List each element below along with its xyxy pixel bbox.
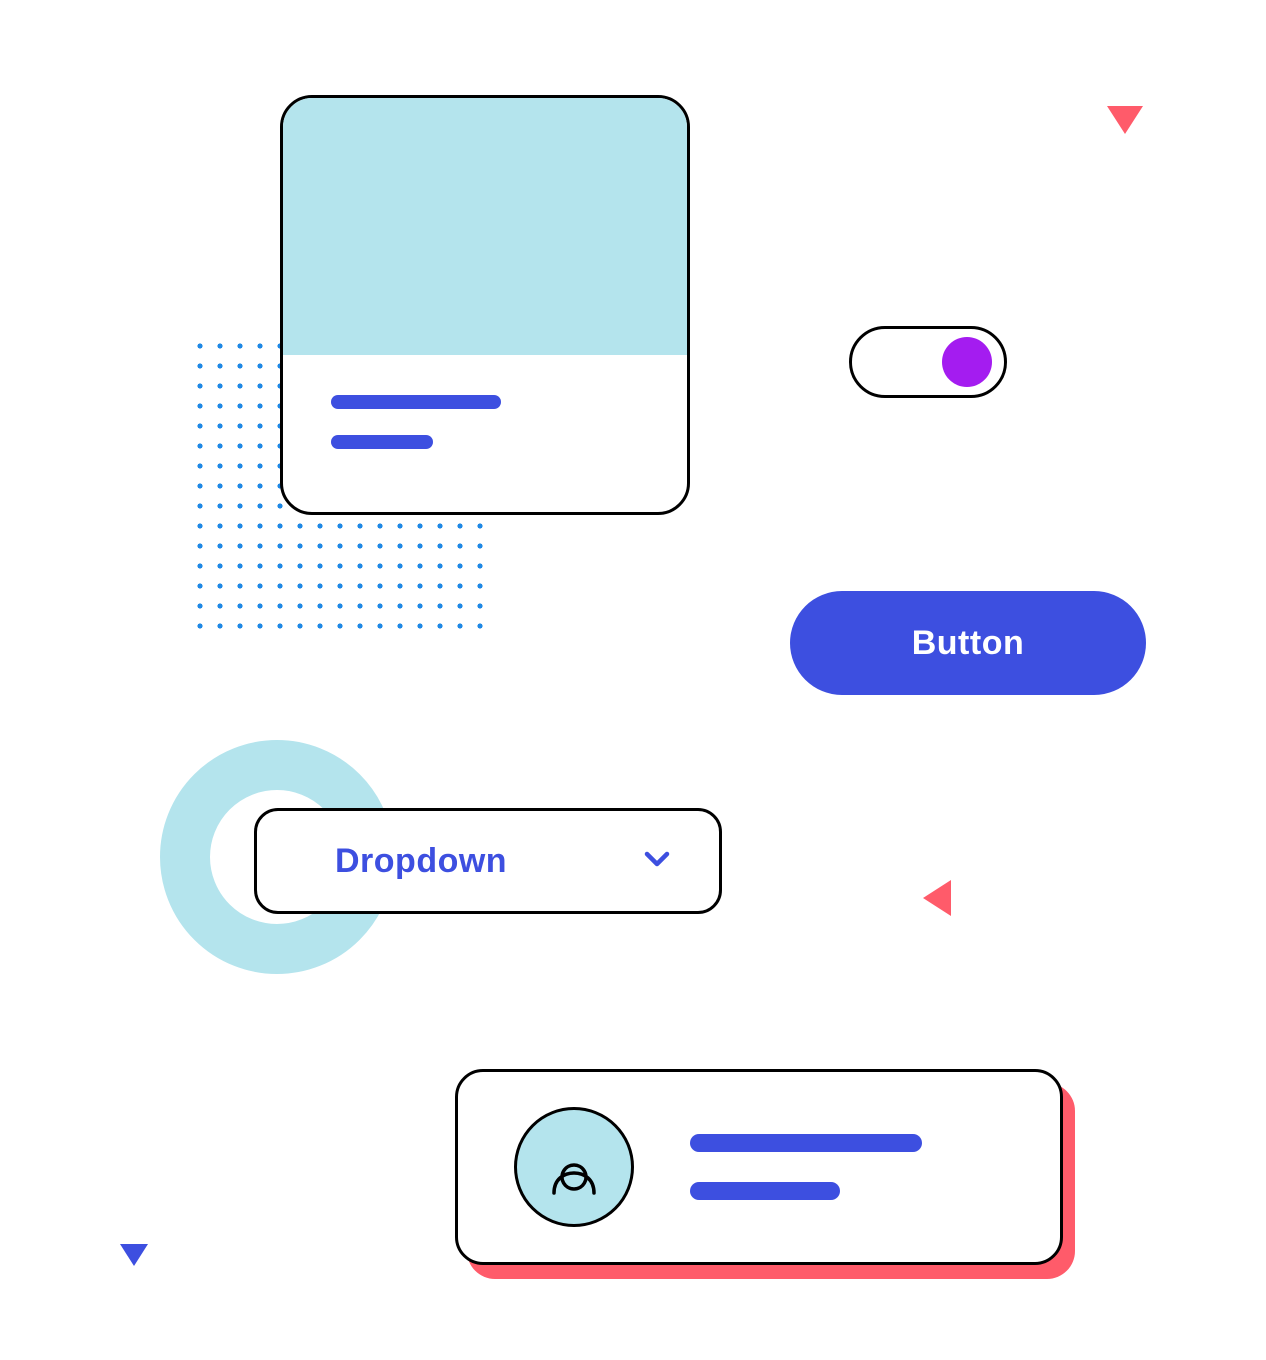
avatar: [514, 1107, 634, 1227]
card-body: [283, 355, 687, 489]
card-title-placeholder: [331, 395, 501, 409]
user-card-text: [690, 1134, 922, 1200]
user-meta-placeholder: [690, 1182, 840, 1200]
toggle-switch[interactable]: [849, 326, 1007, 398]
primary-button[interactable]: Button: [790, 591, 1146, 695]
decorative-triangle: [1107, 106, 1143, 134]
toggle-knob: [942, 337, 992, 387]
chevron-down-icon: [641, 843, 673, 880]
user-icon: [546, 1135, 602, 1200]
dropdown[interactable]: Dropdown: [254, 808, 722, 914]
user-name-placeholder: [690, 1134, 922, 1152]
dropdown-label: Dropdown: [335, 842, 507, 881]
user-card[interactable]: [455, 1069, 1063, 1265]
decorative-triangle: [120, 1244, 148, 1266]
decorative-triangle: [923, 880, 951, 916]
card-image-area: [283, 98, 687, 355]
content-card[interactable]: [280, 95, 690, 515]
card-subtitle-placeholder: [331, 435, 433, 449]
